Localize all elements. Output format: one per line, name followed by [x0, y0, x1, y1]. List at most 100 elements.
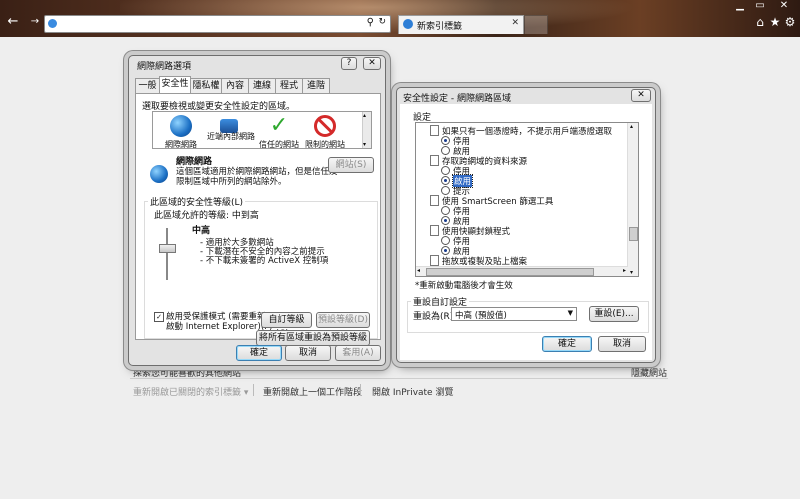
zone-description-2: 限制區域中所列的網站除外。 — [176, 177, 287, 187]
tab-content[interactable]: 內容 — [221, 78, 249, 93]
close-dialog-button[interactable]: ✕ — [631, 89, 651, 102]
tab-general[interactable]: 一般 — [135, 78, 160, 93]
tab-strip: 一般 安全性 隱私權 內容 連線 程式 進階 — [135, 76, 379, 94]
close-tab-icon[interactable]: ✕ — [511, 18, 519, 28]
zone-list: 網際網路 近端內部網路 ✓ 信任的網站 限制的網站 ▴ ▾ — [152, 111, 372, 149]
radio-icon[interactable] — [441, 206, 450, 215]
chevron-down-icon: ▼ — [567, 309, 573, 317]
radio-selected-icon[interactable] — [441, 246, 450, 255]
back-button[interactable]: ← — [4, 13, 22, 31]
radio-selected-icon[interactable] — [441, 216, 450, 225]
help-icon: ? — [346, 58, 352, 68]
dialog-title: 安全性設定 - 網際網路區域 — [403, 94, 511, 104]
settings-vertical-scrollbar[interactable]: ▴ ▾ — [627, 123, 638, 276]
radio-icon[interactable] — [441, 186, 450, 195]
radio-icon[interactable] — [441, 166, 450, 175]
reset-button[interactable]: 重設(E)... — [589, 306, 639, 322]
reopen-closed-tabs-label: 重新開啟已關閉的索引標籤 — [133, 388, 242, 398]
setting-option[interactable]: 啟用 — [416, 145, 624, 157]
security-tab-panel: 選取要檢視或變更安全性設定的區域。 網際網路 近端內部網路 ✓ 信任的網站 限制… — [135, 93, 381, 357]
setting-option[interactable]: 啟用 — [416, 174, 624, 188]
divider — [360, 384, 361, 396]
default-level-button[interactable]: 預設等級(D) — [316, 312, 370, 328]
setting-item[interactable]: 如果只有一個憑證時，不提示用戶端憑證選取 — [416, 125, 624, 137]
close-icon: ✕ — [637, 90, 645, 100]
setting-option[interactable]: 提示 — [416, 185, 624, 197]
ok-button[interactable]: 確定 — [542, 336, 592, 352]
tab-advanced[interactable]: 進階 — [302, 78, 330, 93]
divider — [130, 378, 668, 379]
setting-item[interactable]: 使用 SmartScreen 篩選工具 — [416, 195, 624, 207]
close-dialog-button[interactable]: ✕ — [363, 57, 381, 70]
reset-all-zones-button[interactable]: 將所有區域重設為預設等級(R) — [256, 330, 370, 357]
setting-option[interactable]: 停用 — [416, 165, 624, 177]
zone-local-intranet[interactable]: 近端內部網路 — [201, 115, 257, 141]
help-button[interactable]: ? — [341, 57, 357, 70]
radio-icon[interactable] — [441, 146, 450, 155]
tab-title: 新索引標籤 — [417, 22, 463, 32]
zone-restricted-sites[interactable]: 限制的網站 — [297, 115, 353, 150]
new-tab-button[interactable] — [524, 15, 548, 34]
search-icon[interactable]: ⚲ — [367, 17, 374, 28]
tools-icon[interactable]: ⚙ — [783, 15, 797, 29]
dialog-title: 網際網路選項 — [137, 62, 192, 72]
minimize-icon[interactable]: ▁ — [732, 0, 748, 11]
level-name: 中高 — [192, 226, 211, 236]
address-bar[interactable]: ⚲ ↻ — [44, 15, 391, 33]
refresh-icon[interactable]: ↻ — [378, 17, 386, 27]
custom-level-button[interactable]: 自訂等級(C)... — [261, 312, 312, 339]
setting-item[interactable]: 使用快顯封鎖程式 — [416, 225, 624, 237]
forward-button[interactable]: → — [26, 13, 44, 31]
level-bullet: - 不下載未簽署的 ActiveX 控制項 — [200, 256, 329, 266]
radio-selected-icon[interactable] — [441, 176, 450, 185]
tab-favicon-icon — [403, 19, 413, 29]
setting-item[interactable]: 拖放或複製及貼上檔案 — [416, 255, 624, 267]
level-slider-thumb[interactable] — [159, 244, 176, 253]
cancel-button[interactable]: 取消 — [285, 345, 331, 361]
tab-privacy[interactable]: 隱私權 — [190, 78, 222, 93]
maximize-icon[interactable]: ▭ — [752, 0, 768, 11]
reopen-closed-tabs-link[interactable]: 重新開啟已關閉的索引標籤 ▾ — [133, 385, 248, 398]
reopen-last-session-link[interactable]: 重新開啟上一個工作階段 — [263, 385, 362, 398]
home-icon[interactable]: ⌂ — [753, 15, 767, 29]
zone-list-scrollbar[interactable]: ▴ ▾ — [362, 112, 371, 148]
apply-button[interactable]: 套用(A) — [335, 345, 381, 361]
reset-to-select[interactable]: 中高 (預設值) ▼ — [451, 307, 577, 321]
scrollbar-thumb[interactable] — [426, 268, 594, 276]
setting-option[interactable]: 停用 — [416, 135, 624, 147]
inprivate-link[interactable]: 開啟 InPrivate 瀏覽 — [372, 385, 453, 398]
radio-selected-icon[interactable] — [441, 136, 450, 145]
setting-item[interactable]: 存取跨網域的資料來源 — [416, 155, 624, 167]
tab-connections[interactable]: 連線 — [248, 78, 276, 93]
sites-button[interactable]: 網站(S) — [328, 157, 374, 173]
divider — [253, 384, 254, 396]
reset-to-label: 重設為(R): — [413, 312, 457, 322]
internet-zone-icon — [150, 165, 168, 183]
tab-new-tab[interactable]: 新索引標籤 ✕ — [398, 15, 524, 34]
settings-horizontal-scrollbar[interactable]: ◂ ▸ — [416, 266, 628, 276]
restricted-sites-icon — [314, 115, 336, 137]
setting-page-icon — [430, 255, 439, 266]
scrollbar-thumb[interactable] — [629, 227, 638, 241]
zone-label: 信任的網站 — [259, 140, 299, 149]
reset-to-value: 中高 (預設值) — [455, 311, 507, 321]
setting-option[interactable]: 停用 — [416, 205, 624, 217]
security-settings-dialog: 安全性設定 - 網際網路區域 ✕ 設定 如果只有一個憑證時，不提示用戶端憑證選取… — [396, 87, 656, 363]
allowed-levels-text: 此區域允許的等級: 中到高 — [154, 211, 259, 221]
restart-note: *重新啟動電腦後才會生效 — [415, 281, 513, 291]
protected-mode-checkbox[interactable]: ✓ — [154, 312, 164, 322]
setting-option[interactable]: 啟用 — [416, 215, 624, 227]
ok-button[interactable]: 確定 — [236, 345, 282, 361]
setting-option[interactable]: 啟用 — [416, 245, 624, 257]
settings-list[interactable]: 如果只有一個憑證時，不提示用戶端憑證選取 停用 啟用 存取跨網域的資料來源 停用 啟用 提示… — [415, 122, 639, 277]
internet-options-dialog: 網際網路選項 ? ✕ 一般 安全性 隱私權 內容 連線 程式 進階 選取要檢視或… — [128, 55, 386, 366]
back-arrow-icon: ← — [7, 14, 19, 29]
tab-programs[interactable]: 程式 — [275, 78, 303, 93]
cancel-button[interactable]: 取消 — [598, 336, 646, 352]
radio-icon[interactable] — [441, 236, 450, 245]
page-icon — [48, 19, 57, 28]
close-icon[interactable]: ✕ — [776, 0, 792, 11]
setting-option[interactable]: 停用 — [416, 235, 624, 247]
tab-security[interactable]: 安全性 — [159, 76, 191, 93]
favorites-icon[interactable]: ★ — [768, 15, 782, 29]
